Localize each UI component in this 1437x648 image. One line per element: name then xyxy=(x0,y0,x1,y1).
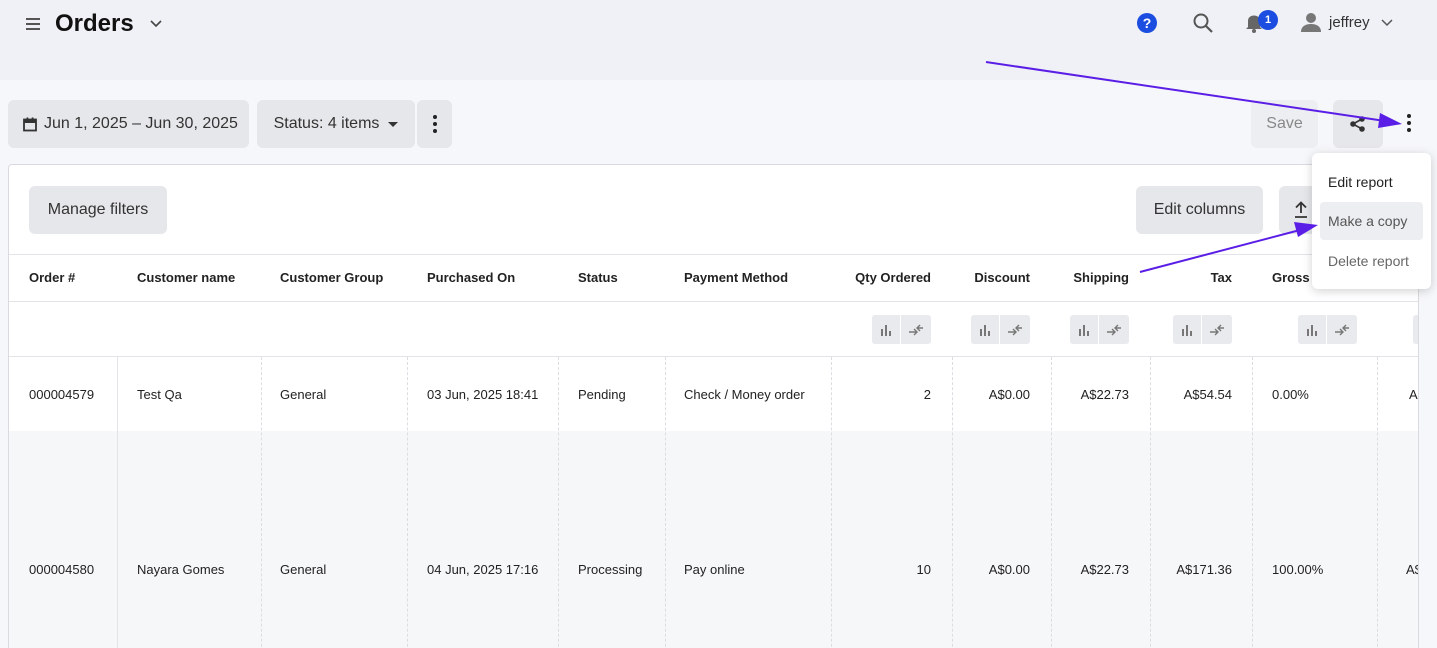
column-divider xyxy=(1252,357,1253,648)
compare-icon[interactable] xyxy=(1202,315,1231,344)
share-button[interactable] xyxy=(1333,100,1383,148)
notification-badge: 1 xyxy=(1258,10,1278,30)
column-header-tax[interactable]: Tax xyxy=(1150,270,1232,285)
bar-chart-icon[interactable] xyxy=(872,315,901,344)
cell-tax: A$54.54 xyxy=(1183,387,1232,402)
compare-icon[interactable] xyxy=(901,315,930,344)
column-divider xyxy=(952,357,953,648)
column-header-order[interactable]: Order # xyxy=(29,270,75,285)
hamburger-menu-icon[interactable] xyxy=(26,18,40,32)
column-header-qty-ordered[interactable]: Qty Ordered xyxy=(831,270,931,285)
aggregate-controls-discount xyxy=(971,315,1030,344)
column-divider xyxy=(261,357,262,648)
cell-purchased: 04 Jun, 2025 17:16 xyxy=(427,562,539,577)
cell-discount: A$0.00 xyxy=(988,387,1030,402)
menu-item-edit-report[interactable]: Edit report xyxy=(1320,163,1423,201)
compare-icon[interactable] xyxy=(1000,315,1029,344)
cell-overflow: A xyxy=(1409,387,1418,402)
bar-chart-icon[interactable] xyxy=(1173,315,1202,344)
column-header-customer-name[interactable]: Customer name xyxy=(137,270,235,285)
bar-chart-icon[interactable] xyxy=(971,315,1000,344)
cell-purchased: 03 Jun, 2025 18:41 xyxy=(427,387,539,402)
cell-tax: A$171.36 xyxy=(1176,562,1232,577)
date-range-button[interactable]: Jun 1, 2025 – Jun 30, 2025 xyxy=(8,100,249,148)
app-header: Orders ? 1 jeffrey xyxy=(0,0,1437,80)
cell-group: General xyxy=(280,387,327,402)
cell-payment: Check / Money order xyxy=(684,387,805,402)
column-divider xyxy=(1051,357,1052,648)
cell-group: General xyxy=(280,562,327,577)
page-title: Orders xyxy=(55,10,134,37)
cell-overflow: A$ xyxy=(1406,562,1418,577)
aggregate-controls-qty xyxy=(872,315,931,344)
upload-icon xyxy=(1295,201,1307,218)
date-range-label: Jun 1, 2025 – Jun 30, 2025 xyxy=(44,115,238,132)
menu-item-make-a-copy[interactable]: Make a copy xyxy=(1320,202,1423,240)
calendar-icon xyxy=(23,117,37,131)
compare-icon[interactable] xyxy=(1099,315,1128,344)
cell-customer: Test Qa xyxy=(137,387,182,402)
column-header-payment-method[interactable]: Payment Method xyxy=(684,270,788,285)
column-divider xyxy=(407,357,408,648)
aggregate-controls-overflow xyxy=(1413,315,1418,344)
column-divider xyxy=(1377,357,1378,648)
cell-status: Processing xyxy=(578,562,643,577)
column-header-shipping[interactable]: Shipping xyxy=(1051,270,1129,285)
cell-qty: 2 xyxy=(923,387,931,402)
column-divider xyxy=(558,357,559,648)
chevron-down-icon[interactable] xyxy=(148,16,164,32)
user-name[interactable]: jeffrey xyxy=(1329,14,1370,31)
cell-shipping: A$22.73 xyxy=(1080,562,1129,577)
aggregate-controls-gross xyxy=(1298,315,1357,344)
edit-columns-button[interactable]: Edit columns xyxy=(1136,186,1263,234)
cell-gross: 0.00% xyxy=(1272,387,1309,402)
column-header-status[interactable]: Status xyxy=(578,270,618,285)
cell-gross: 100.00% xyxy=(1272,562,1324,577)
aggregate-controls-shipping xyxy=(1070,315,1129,344)
share-icon xyxy=(1350,116,1365,132)
report-options-kebab-icon[interactable] xyxy=(1400,114,1418,134)
column-divider xyxy=(117,357,118,648)
manage-filters-button[interactable]: Manage filters xyxy=(29,186,167,234)
table-row[interactable]: 000004579 Test Qa General 03 Jun, 2025 1… xyxy=(9,357,1418,431)
status-filter-label: Status: 4 items xyxy=(273,115,380,132)
menu-item-delete-report[interactable]: Delete report xyxy=(1320,242,1423,280)
kebab-icon xyxy=(432,115,437,133)
column-divider xyxy=(1150,357,1151,648)
search-icon[interactable] xyxy=(1192,12,1214,34)
table-row[interactable]: 000004580 Nayara Gomes General 04 Jun, 2… xyxy=(9,431,1418,648)
column-header-purchased-on[interactable]: Purchased On xyxy=(427,270,515,285)
cell-order: 000004579 xyxy=(29,387,95,402)
column-header-discount[interactable]: Discount xyxy=(952,270,1030,285)
table-header: Order # Customer name Customer Group Pur… xyxy=(9,254,1418,302)
save-button[interactable]: Save xyxy=(1251,100,1318,148)
column-divider xyxy=(831,357,832,648)
aggregate-controls-tax xyxy=(1173,315,1232,344)
bar-chart-icon[interactable] xyxy=(1070,315,1099,344)
report-card: Manage filters Edit columns Order # Cust… xyxy=(8,164,1419,648)
cell-shipping: A$22.73 xyxy=(1080,387,1129,402)
cell-discount: A$0.00 xyxy=(988,562,1030,577)
column-header-customer-group[interactable]: Customer Group xyxy=(280,270,383,285)
cell-customer: Nayara Gomes xyxy=(137,562,225,577)
filter-options-button[interactable] xyxy=(417,100,452,148)
cell-status: Pending xyxy=(578,387,626,402)
user-icon[interactable] xyxy=(1300,11,1322,33)
cell-qty: 10 xyxy=(916,562,931,577)
user-chevron-down-icon[interactable] xyxy=(1380,16,1394,30)
column-header-gross[interactable]: Gross xyxy=(1272,270,1310,285)
caret-down-icon xyxy=(388,121,399,127)
cell-payment: Pay online xyxy=(684,562,745,577)
column-divider xyxy=(665,357,666,648)
aggregation-row xyxy=(9,302,1418,357)
report-options-menu: Edit report Make a copy Delete report xyxy=(1312,153,1431,289)
status-filter-button[interactable]: Status: 4 items xyxy=(257,100,415,148)
compare-icon[interactable] xyxy=(1327,315,1356,344)
bar-chart-icon[interactable] xyxy=(1298,315,1327,344)
cell-order: 000004580 xyxy=(29,562,95,577)
help-icon[interactable]: ? xyxy=(1137,13,1157,33)
